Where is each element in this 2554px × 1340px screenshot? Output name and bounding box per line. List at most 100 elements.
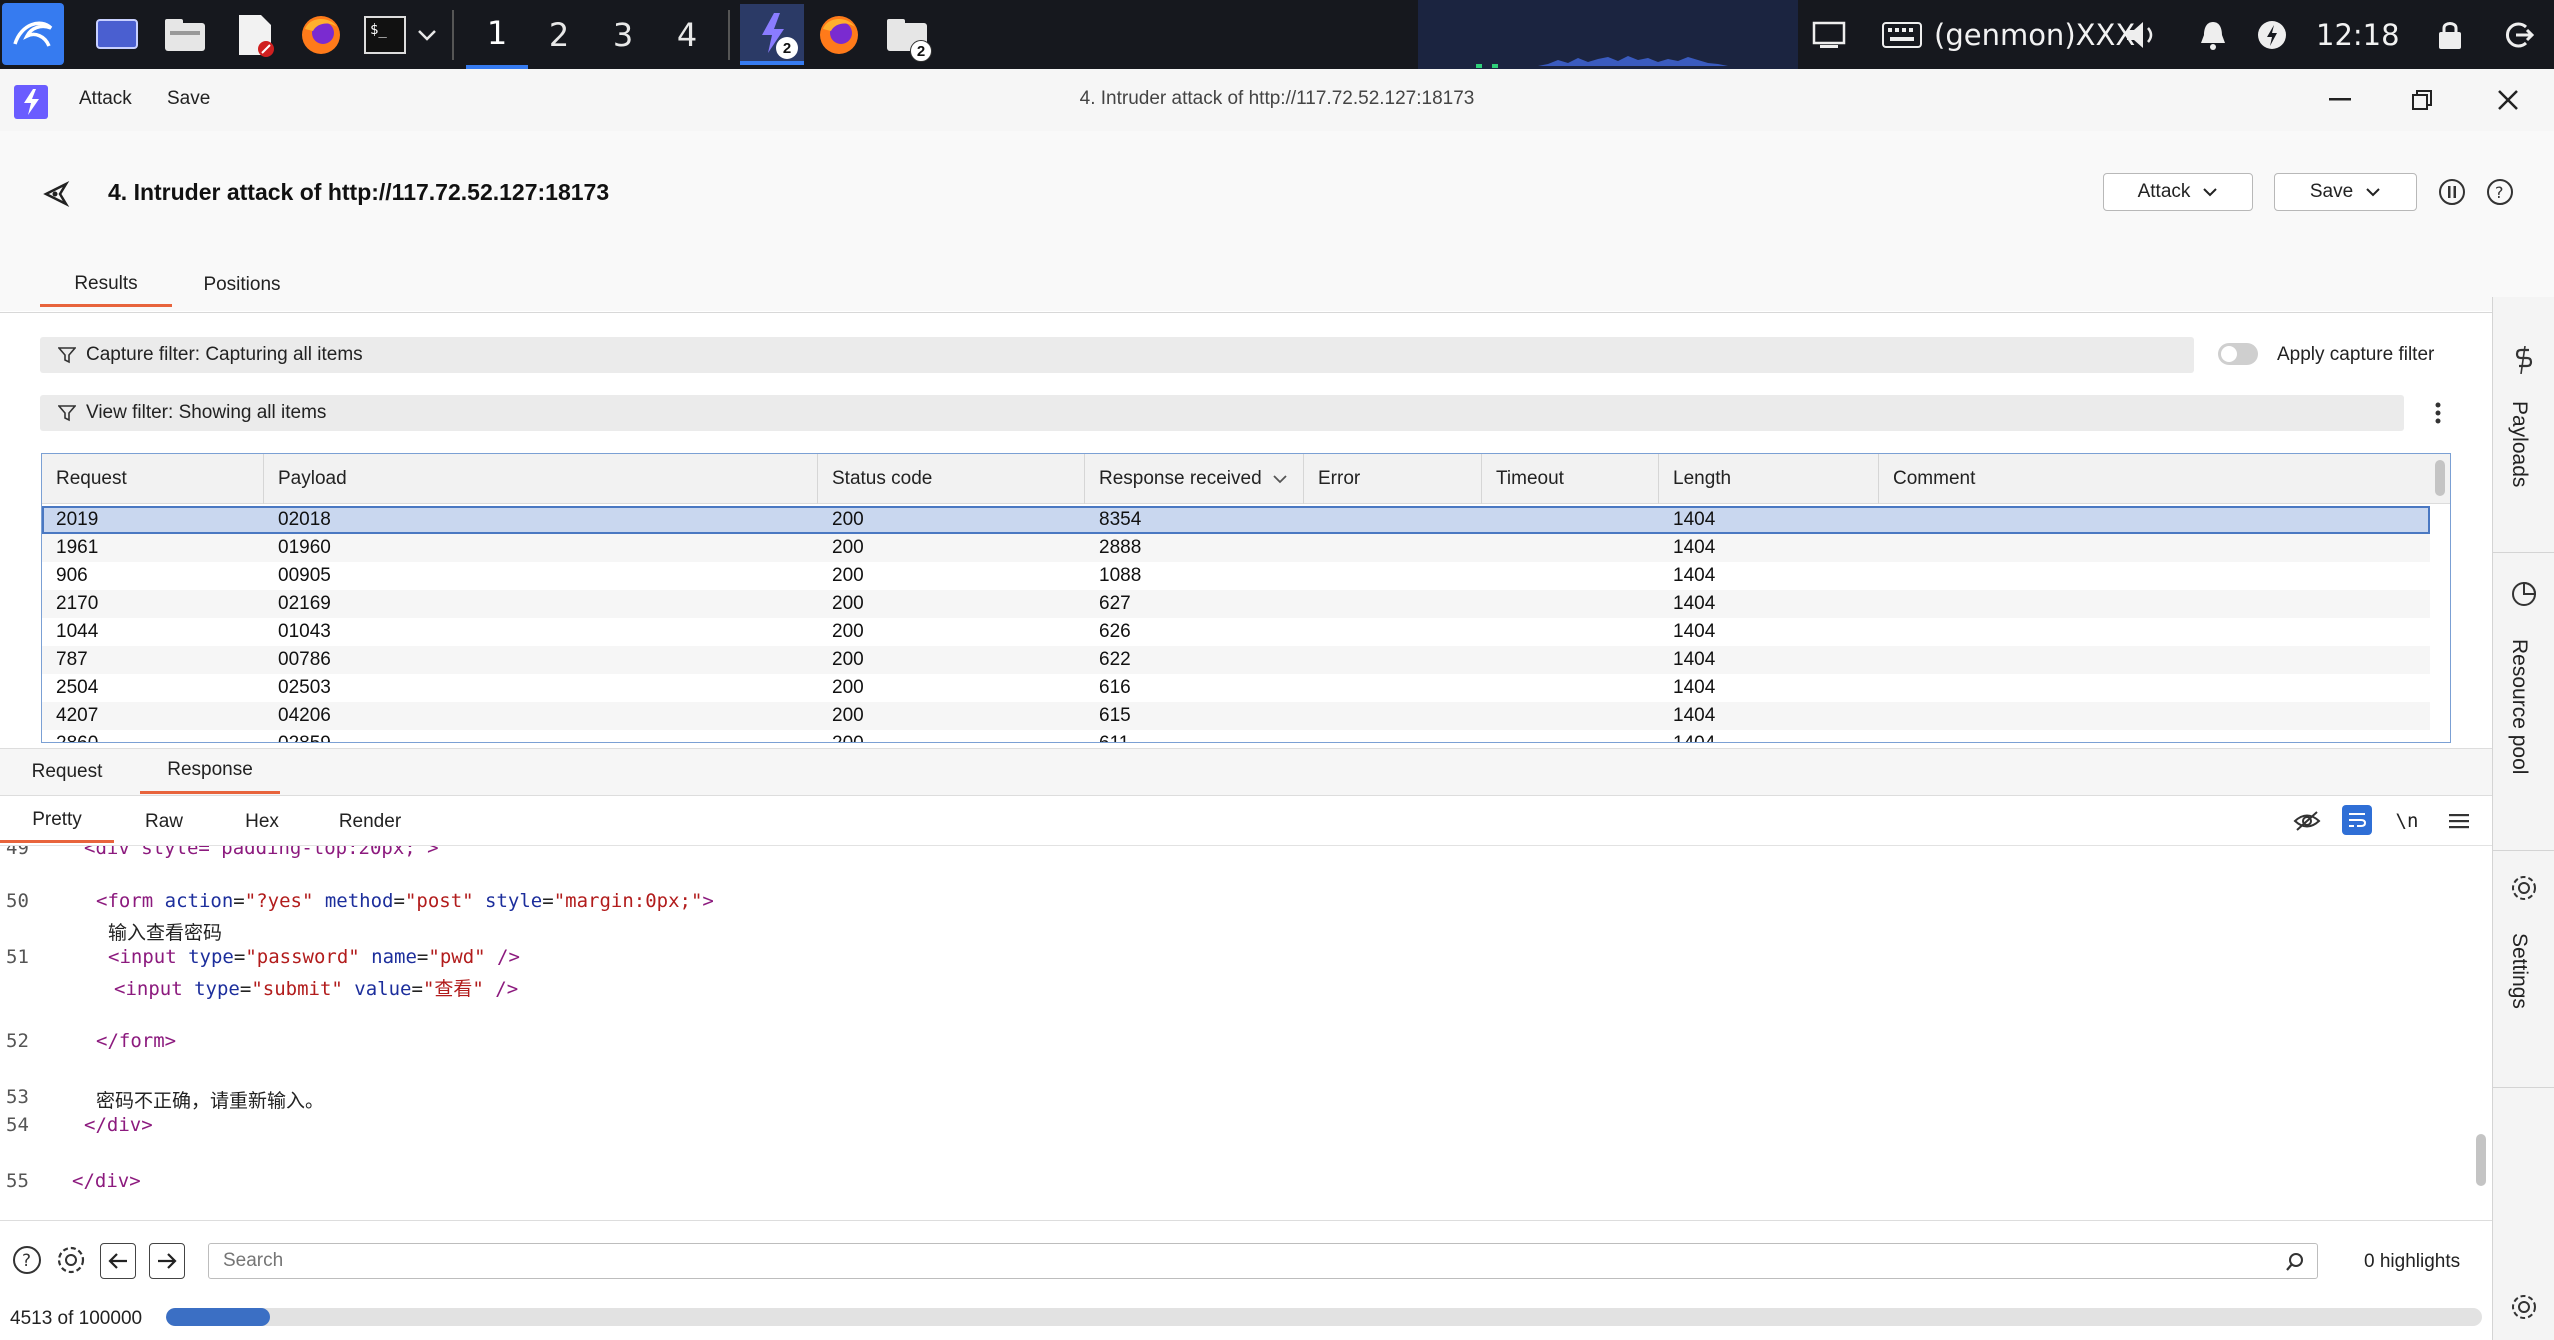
restore-icon[interactable]: [2402, 83, 2442, 117]
cell-error: [1304, 534, 1318, 562]
column-header-status-code[interactable]: Status code: [818, 454, 1085, 504]
column-header-error[interactable]: Error: [1304, 454, 1482, 504]
response-code-view[interactable]: 49 <div style="padding-top:20px;"> 50 <f…: [0, 846, 2492, 1220]
logout-icon[interactable]: [2502, 0, 2534, 69]
code-tag: <input: [114, 978, 183, 1000]
workspace-4[interactable]: 4: [656, 0, 718, 69]
column-header-request[interactable]: Request: [42, 454, 264, 504]
sidebar-settings-label[interactable]: Settings: [2507, 933, 2531, 1009]
table-row[interactable]: 906 00905 200 1088 1404: [42, 562, 2430, 590]
cell-request: 906: [56, 565, 88, 586]
show-newlines-toggle[interactable]: \n: [2390, 806, 2424, 836]
line-number: 52: [6, 1030, 29, 1052]
word-wrap-icon[interactable]: [2342, 805, 2372, 835]
previous-match-arrow-icon[interactable]: [100, 1243, 136, 1279]
sidebar-resource-pool-label[interactable]: Resource pool: [2507, 639, 2531, 774]
chevron-down-icon: [2203, 188, 2218, 197]
text-editor-icon[interactable]: [228, 8, 282, 62]
column-header-comment[interactable]: Comment: [1879, 454, 2430, 504]
sidebar-payloads-label[interactable]: Payloads: [2507, 401, 2531, 487]
kali-menu-icon[interactable]: [2, 3, 64, 65]
column-header-length[interactable]: Length: [1659, 454, 1879, 504]
keyboard-icon[interactable]: [1882, 0, 1922, 69]
tab-request[interactable]: Request: [18, 749, 116, 794]
notification-bell-icon[interactable]: [2198, 0, 2228, 69]
code-line: 密码不正确，请重新输入。: [96, 1090, 325, 1112]
tab-raw[interactable]: Raw: [124, 800, 204, 843]
attack-dropdown-button[interactable]: Attack: [2103, 173, 2253, 211]
terminal-icon[interactable]: $_: [358, 8, 412, 62]
search-field[interactable]: [208, 1243, 2318, 1279]
desktop-icon[interactable]: [90, 8, 144, 62]
toggle-knob: [2221, 346, 2237, 362]
search-bar: ? 0 highlights: [0, 1220, 2492, 1300]
view-filter-bar[interactable]: View filter: Showing all items: [40, 395, 2404, 431]
tab-render[interactable]: Render: [322, 800, 418, 843]
hide-nonprintable-icon[interactable]: [2290, 806, 2324, 836]
help-icon[interactable]: ?: [2484, 176, 2516, 208]
status-bar: 4513 of 100000: [0, 1300, 2492, 1340]
cell-payload: 02859: [264, 730, 331, 742]
tab-results[interactable]: Results: [40, 263, 172, 307]
minimize-icon[interactable]: [2320, 83, 2360, 117]
cell-payload: 01043: [278, 621, 331, 642]
code-scrollbar[interactable]: [2476, 1134, 2486, 1186]
pause-icon[interactable]: [2436, 176, 2468, 208]
table-row[interactable]: 787 00786 200 622 1404: [42, 646, 2430, 674]
file-manager-icon[interactable]: [158, 8, 212, 62]
bottom-settings-gear-icon[interactable]: [2507, 1290, 2541, 1324]
code-attr: value: [354, 978, 412, 1000]
cell-timeout: [1482, 646, 1496, 674]
clock[interactable]: 12:18: [2316, 0, 2400, 69]
table-scrollbar[interactable]: [2435, 460, 2445, 496]
tab-positions[interactable]: Positions: [184, 263, 300, 307]
table-row-selected[interactable]: 2019 02018 200 8354 1404: [42, 506, 2430, 534]
table-row[interactable]: 1961 01960 200 2888 1404: [42, 534, 2430, 562]
code-value: "查看": [422, 978, 484, 1000]
app-title-bar: Attack Save 4. Intruder attack of http:/…: [0, 69, 2554, 131]
column-header-timeout[interactable]: Timeout: [1482, 454, 1659, 504]
close-icon[interactable]: [2488, 83, 2528, 117]
save-dropdown-button[interactable]: Save: [2274, 173, 2417, 211]
table-row[interactable]: 1044 01043 200 626 1404: [42, 618, 2430, 646]
workspace-2[interactable]: 2: [528, 0, 590, 69]
table-row[interactable]: 4207 04206 200 615 1404: [42, 702, 2430, 730]
right-sidebar: Payloads Resource pool Settings: [2492, 297, 2554, 1340]
payloads-icon[interactable]: [2507, 343, 2541, 377]
column-header-payload[interactable]: Payload: [264, 454, 818, 504]
volume-icon[interactable]: [2124, 0, 2160, 69]
tab-pretty[interactable]: Pretty: [0, 800, 114, 843]
more-options-icon[interactable]: [2424, 398, 2452, 428]
firefox-icon[interactable]: [294, 8, 348, 62]
table-row[interactable]: 2504 02503 200 616 1404: [42, 674, 2430, 702]
tab-hex[interactable]: Hex: [222, 800, 302, 843]
sidebar-divider: [2493, 1087, 2554, 1088]
files-task-icon[interactable]: 2: [880, 8, 934, 62]
help-icon[interactable]: ?: [10, 1243, 44, 1277]
capture-filter-bar[interactable]: Capture filter: Capturing all items: [40, 337, 2194, 373]
apply-capture-filter-toggle[interactable]: [2218, 343, 2258, 365]
burp-suite-task-icon[interactable]: 2: [740, 4, 804, 65]
next-match-arrow-icon[interactable]: [149, 1243, 185, 1279]
column-header-response-received[interactable]: Response received: [1085, 454, 1304, 504]
workspace-1[interactable]: 1: [466, 0, 528, 69]
table-row[interactable]: 2170 02169 200 627 1404: [42, 590, 2430, 618]
code-tag: <form: [96, 890, 154, 912]
svg-text:?: ?: [2495, 183, 2504, 202]
display-icon[interactable]: [1812, 0, 1846, 69]
resource-pool-icon[interactable]: [2507, 577, 2541, 611]
workspace-3[interactable]: 3: [592, 0, 654, 69]
settings-gear-icon[interactable]: [2507, 871, 2541, 905]
code-line: <input type="submit" value="查看" />: [114, 978, 519, 1000]
chevron-down-icon[interactable]: [412, 8, 442, 62]
tab-response[interactable]: Response: [140, 749, 280, 794]
cell-error: [1304, 506, 1318, 534]
lock-icon[interactable]: [2436, 0, 2464, 69]
apply-capture-filter-label: Apply capture filter: [2277, 344, 2435, 365]
search-input[interactable]: [209, 1244, 2249, 1278]
table-row[interactable]: 2860 02859 200 611 1404: [42, 730, 2430, 742]
power-manager-icon[interactable]: [2256, 0, 2288, 69]
hamburger-menu-icon[interactable]: [2442, 806, 2476, 836]
firefox-task-icon[interactable]: [812, 8, 866, 62]
search-settings-gear-icon[interactable]: [54, 1243, 88, 1277]
